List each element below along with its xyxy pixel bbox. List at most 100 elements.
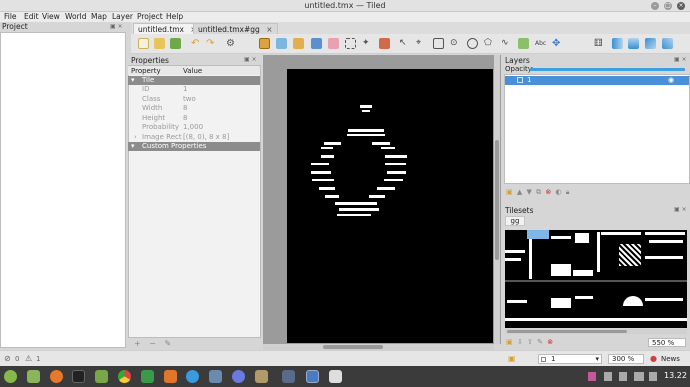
- project-panel-buttons[interactable]: ▣ ×: [110, 23, 126, 30]
- spreadsheet-icon[interactable]: [141, 370, 154, 383]
- remove-property-icon[interactable]: −: [149, 339, 156, 348]
- layer-row[interactable]: 1 ◉: [505, 76, 689, 85]
- layers-panel-buttons[interactable]: ▣ ×: [674, 56, 687, 63]
- tileset-tab[interactable]: gg: [505, 216, 525, 226]
- menu-layer[interactable]: Layer: [112, 12, 133, 22]
- rotate-left-icon[interactable]: [645, 38, 656, 49]
- save-icon[interactable]: [170, 38, 181, 49]
- insert-ellipse-icon[interactable]: [467, 38, 478, 49]
- warning-icon[interactable]: ⚠: [25, 354, 32, 363]
- map-zoom-select[interactable]: 300 %: [608, 354, 644, 364]
- minimize-icon[interactable]: –: [651, 2, 659, 10]
- export-tileset-icon[interactable]: ⇧: [527, 338, 533, 346]
- battery-icon[interactable]: [634, 372, 644, 381]
- hide-layers-icon[interactable]: ◐: [555, 188, 561, 196]
- network-icon[interactable]: [604, 372, 612, 381]
- menu-project[interactable]: Project: [137, 12, 163, 22]
- tile-group-row[interactable]: ▾ Tile: [128, 76, 260, 85]
- new-tileset-icon[interactable]: ▣: [506, 338, 513, 346]
- new-layer-icon[interactable]: ▣: [506, 188, 513, 196]
- discord-icon[interactable]: [232, 370, 245, 383]
- collapse-icon[interactable]: ▾: [131, 76, 135, 85]
- terminal-icon[interactable]: [72, 370, 85, 383]
- tiled-icon[interactable]: [306, 370, 319, 383]
- chrome-icon[interactable]: [118, 370, 131, 383]
- rotate-right-icon[interactable]: [662, 38, 673, 49]
- collapse-icon[interactable]: ▾: [131, 142, 135, 151]
- media-player-icon[interactable]: [164, 370, 177, 383]
- settings-app-icon[interactable]: [329, 370, 342, 383]
- stamp-brush-icon[interactable]: [259, 38, 270, 49]
- maximize-icon[interactable]: □: [664, 2, 672, 10]
- insert-text-icon[interactable]: Abc: [535, 38, 546, 49]
- lower-layer-icon[interactable]: ▼: [526, 188, 531, 196]
- random-mode-icon[interactable]: ⚅: [594, 38, 605, 49]
- tileset-view[interactable]: [505, 230, 687, 328]
- edit-property-icon[interactable]: ✎: [165, 339, 172, 348]
- edit-polygons-icon[interactable]: ⌖: [416, 38, 427, 49]
- notifications-icon[interactable]: [649, 372, 657, 381]
- image-viewer-icon[interactable]: [209, 370, 222, 383]
- tool-icon[interactable]: [282, 370, 295, 383]
- property-row[interactable]: Class two: [128, 95, 260, 105]
- flip-horizontal-icon[interactable]: [612, 38, 623, 49]
- shield-icon[interactable]: [588, 372, 596, 381]
- redo-icon[interactable]: ↷: [206, 38, 217, 49]
- menu-map[interactable]: Map: [91, 12, 107, 22]
- edit-tileset-icon[interactable]: ✎: [537, 338, 543, 346]
- menu-edit[interactable]: Edit: [24, 12, 39, 22]
- close-icon[interactable]: ×: [677, 2, 685, 10]
- custom-properties-group-row[interactable]: ▾ Custom Properties: [128, 142, 260, 151]
- lock-layer-icon[interactable]: 🔒︎: [566, 188, 570, 196]
- open-file-icon[interactable]: [154, 38, 165, 49]
- insert-polyline-icon[interactable]: ∿: [501, 38, 512, 49]
- firefox-icon[interactable]: [50, 370, 63, 383]
- expand-icon[interactable]: ›: [134, 133, 137, 143]
- insert-point-icon[interactable]: ⊙: [450, 38, 461, 49]
- insert-tile-icon[interactable]: [518, 38, 529, 49]
- scrollbar-thumb[interactable]: [323, 345, 383, 349]
- insert-polygon-icon[interactable]: ⬠: [484, 38, 495, 49]
- property-row[interactable]: › Image Rect [(8, 0), 8 x 8]: [128, 133, 260, 143]
- shape-fill-icon[interactable]: [311, 38, 322, 49]
- menu-help[interactable]: Help: [166, 12, 183, 22]
- remove-tileset-icon[interactable]: ⊗: [547, 338, 553, 346]
- delete-layer-icon[interactable]: ⊗: [545, 188, 551, 196]
- tab-untitled-tmx-gg[interactable]: untitled.tmx#gg ×: [193, 23, 278, 34]
- tab-untitled-tmx[interactable]: untitled.tmx ×: [133, 23, 202, 34]
- menu-world[interactable]: World: [65, 12, 87, 22]
- property-row[interactable]: Probability 1,000: [128, 123, 260, 133]
- error-icon[interactable]: ⊘: [4, 354, 11, 363]
- tab-close-icon[interactable]: ×: [266, 25, 272, 34]
- layer-select[interactable]: 1 ▾: [538, 354, 602, 364]
- mint-menu-icon[interactable]: [4, 370, 17, 383]
- map-view[interactable]: [287, 69, 493, 343]
- tileset-scrollbar[interactable]: [505, 329, 687, 334]
- news-label[interactable]: News: [661, 355, 680, 363]
- select-same-tile-icon[interactable]: [379, 38, 390, 49]
- folder-icon[interactable]: [95, 370, 108, 383]
- tileset-zoom-select[interactable]: 550 %: [648, 338, 686, 347]
- menu-file[interactable]: File: [4, 12, 17, 22]
- duplicate-layer-icon[interactable]: ⧉: [536, 188, 541, 196]
- move-icon[interactable]: ✥: [552, 38, 563, 49]
- rect-select-icon[interactable]: [345, 38, 356, 49]
- settings-icon[interactable]: ⚙: [226, 38, 237, 49]
- scrollbar-thumb[interactable]: [507, 330, 627, 333]
- undo-icon[interactable]: ↶: [191, 38, 202, 49]
- terrain-brush-icon[interactable]: [276, 38, 287, 49]
- raise-layer-icon[interactable]: ▲: [517, 188, 522, 196]
- property-row[interactable]: ID 1: [128, 85, 260, 95]
- magic-wand-icon[interactable]: ✦: [362, 38, 373, 49]
- properties-panel-buttons[interactable]: ▣ ×: [244, 56, 257, 63]
- opacity-slider[interactable]: [530, 68, 685, 71]
- new-layer-status-icon[interactable]: ▣: [508, 354, 516, 363]
- canvas-vertical-scrollbar[interactable]: [494, 55, 500, 344]
- gimp-icon[interactable]: [255, 370, 268, 383]
- telegram-icon[interactable]: [186, 370, 199, 383]
- add-property-icon[interactable]: +: [134, 339, 141, 348]
- volume-icon[interactable]: [619, 372, 627, 381]
- embed-tileset-icon[interactable]: ⇩: [517, 338, 523, 346]
- object-select-icon[interactable]: ↖: [399, 38, 410, 49]
- flip-vertical-icon[interactable]: [628, 38, 639, 49]
